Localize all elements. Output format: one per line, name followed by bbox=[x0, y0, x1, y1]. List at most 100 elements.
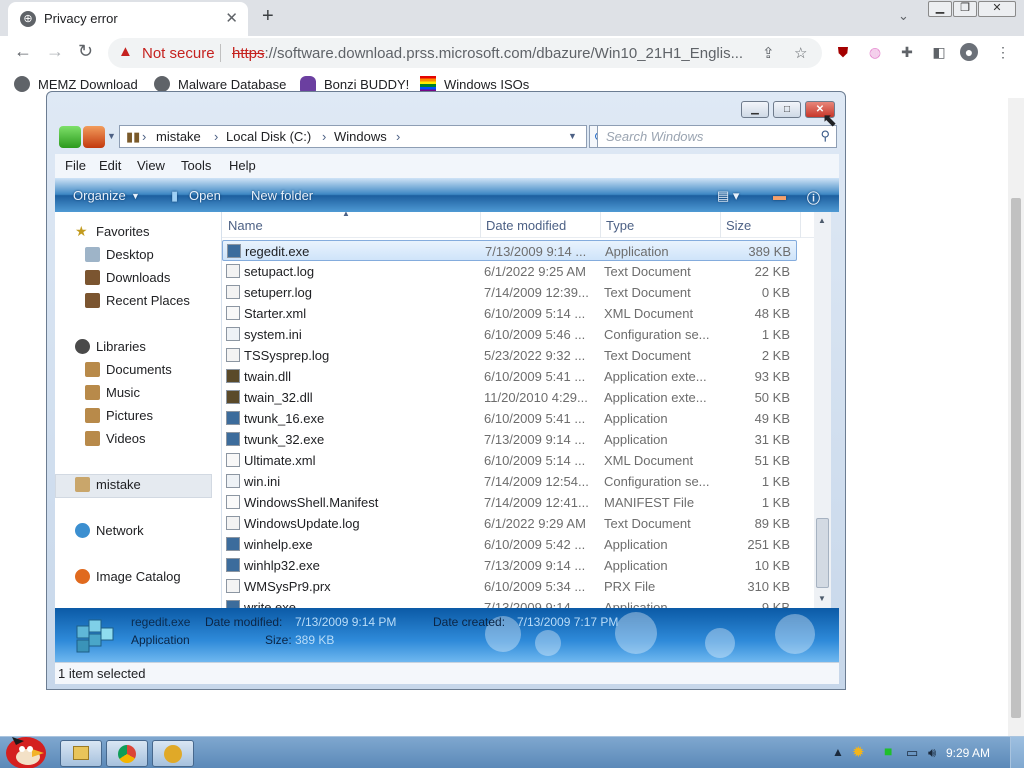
column-size[interactable]: Size bbox=[726, 218, 751, 233]
file-row[interactable]: win.ini 7/14/2009 12:54... Configuration s… bbox=[222, 471, 797, 492]
chrome-menu-icon[interactable]: ⋮ bbox=[994, 43, 1012, 61]
address-dropdown-icon[interactable]: ▼ bbox=[568, 131, 577, 141]
file-row[interactable]: winhlp32.exe 7/13/2009 9:14 ... Applicatio… bbox=[222, 555, 797, 576]
action-center-flag-icon[interactable]: ■ bbox=[884, 743, 892, 759]
file-row[interactable]: setuperr.log 7/14/2009 12:39... Text Docum… bbox=[222, 282, 797, 303]
file-row[interactable]: regedit.exe 7/13/2009 9:14 ... Application… bbox=[222, 240, 797, 261]
explorer-breadcrumb[interactable]: ▮▮ › mistake › Local Disk (C:) › Windows… bbox=[119, 125, 587, 148]
nav-image-catalog[interactable]: Image Catalog bbox=[75, 569, 181, 584]
column-divider[interactable] bbox=[480, 212, 481, 238]
menu-edit[interactable]: Edit bbox=[99, 158, 121, 173]
close-tab-icon[interactable]: ✕ bbox=[225, 9, 238, 27]
taskbar-chrome-button[interactable] bbox=[106, 740, 148, 767]
nav-favorites[interactable]: ★ Favorites bbox=[75, 224, 149, 239]
bookmark-windows-isos[interactable]: Windows ISOs bbox=[420, 76, 529, 92]
ublock-extension-icon[interactable]: ⛊ bbox=[834, 43, 852, 61]
profile-avatar-icon[interactable]: ● bbox=[960, 43, 978, 61]
column-date-modified[interactable]: Date modified bbox=[486, 218, 566, 233]
breadcrumb-windows[interactable]: Windows bbox=[334, 129, 387, 144]
not-secure-label[interactable]: Not secure bbox=[142, 45, 215, 62]
preview-pane-icon[interactable]: ▬ bbox=[773, 188, 786, 203]
column-divider[interactable] bbox=[600, 212, 601, 238]
tray-app-icon[interactable]: ✹ bbox=[852, 743, 865, 761]
page-scrollbar-thumb[interactable] bbox=[1011, 198, 1021, 718]
file-row[interactable]: WMSysPr9.prx 6/10/2009 5:34 ... PRX File 31… bbox=[222, 576, 797, 597]
nav-user-mistake[interactable]: mistake bbox=[75, 477, 141, 492]
explorer-maximize-button[interactable]: □ bbox=[773, 101, 801, 118]
explorer-search-input[interactable]: Search Windows ⚲ bbox=[597, 125, 837, 148]
file-row[interactable]: WindowsShell.Manifest 7/14/2009 12:41... M… bbox=[222, 492, 797, 513]
volume-icon[interactable]: 🔊︎ bbox=[928, 745, 936, 761]
nav-libraries[interactable]: Libraries bbox=[75, 339, 146, 354]
open-file-icon[interactable]: ▮ bbox=[171, 188, 178, 204]
tab-search-chevron-icon[interactable]: ⌄ bbox=[898, 8, 909, 24]
column-divider[interactable] bbox=[800, 212, 801, 238]
explorer-minimize-button[interactable]: ▁ bbox=[741, 101, 769, 118]
back-icon[interactable]: ← bbox=[14, 41, 32, 62]
forward-icon[interactable]: → bbox=[46, 41, 64, 62]
nav-documents[interactable]: Documents bbox=[85, 362, 172, 377]
recent-pages-chevron-icon[interactable]: ▼ bbox=[107, 131, 116, 141]
tab-privacy-error[interactable]: ⊕ Privacy error ✕ bbox=[8, 2, 248, 36]
column-name[interactable]: Name bbox=[228, 218, 263, 233]
column-divider[interactable] bbox=[720, 212, 721, 238]
explorer-back-button[interactable] bbox=[59, 126, 81, 148]
nav-music[interactable]: Music bbox=[85, 385, 140, 400]
address-bar[interactable]: ▲ Not secure https://software.download.p… bbox=[108, 38, 822, 68]
explorer-forward-button[interactable] bbox=[83, 126, 105, 148]
bookmark-memz[interactable]: MEMZ Download bbox=[14, 76, 138, 92]
taskbar-clock[interactable]: 9:29 AM bbox=[946, 746, 990, 760]
help-icon[interactable]: ⓘ bbox=[807, 188, 820, 207]
breadcrumb-drive[interactable]: Local Disk (C:) bbox=[226, 129, 311, 144]
scroll-down-icon[interactable]: ▼ bbox=[818, 594, 826, 603]
new-tab-button[interactable]: + bbox=[262, 5, 274, 28]
nav-desktop[interactable]: Desktop bbox=[85, 247, 154, 262]
file-row[interactable]: WindowsUpdate.log 6/1/2022 9:29 AM Text Do… bbox=[222, 513, 797, 534]
file-row[interactable]: TSSysprep.log 5/23/2022 9:32 ... Text Docu… bbox=[222, 345, 797, 366]
menu-tools[interactable]: Tools bbox=[181, 158, 211, 173]
file-row[interactable]: twunk_16.exe 6/10/2009 5:41 ... Applicatio… bbox=[222, 408, 797, 429]
file-row[interactable]: Starter.xml 6/10/2009 5:14 ... XML Documen… bbox=[222, 303, 797, 324]
flag-extension-icon[interactable]: ◍ bbox=[866, 43, 884, 61]
taskbar-explorer-button[interactable] bbox=[60, 740, 102, 767]
warning-triangle-icon[interactable]: ▲ bbox=[118, 43, 133, 60]
nav-network[interactable]: Network bbox=[75, 523, 144, 538]
close-window-button[interactable]: ✕ bbox=[978, 1, 1016, 17]
start-orb-angry-bird-icon[interactable] bbox=[2, 729, 50, 768]
url-text[interactable]: https://software.download.prss.microsoft… bbox=[232, 45, 752, 62]
organize-button[interactable]: Organize bbox=[73, 188, 126, 203]
side-panel-icon[interactable]: ◧ bbox=[930, 43, 948, 61]
page-scrollbar[interactable] bbox=[1008, 98, 1024, 736]
reload-icon[interactable]: ↻ bbox=[78, 41, 93, 62]
share-icon[interactable]: ⇪ bbox=[762, 44, 775, 62]
file-row[interactable]: winhelp.exe 6/10/2009 5:42 ... Application… bbox=[222, 534, 797, 555]
file-row[interactable]: twain_32.dll 11/20/2010 4:29... Applicatio… bbox=[222, 387, 797, 408]
nav-downloads[interactable]: Downloads bbox=[85, 270, 170, 285]
network-tray-icon[interactable]: ▭ bbox=[906, 745, 918, 761]
extensions-puzzle-icon[interactable]: ✚ bbox=[898, 43, 916, 61]
scroll-up-icon[interactable]: ▲ bbox=[818, 216, 826, 225]
menu-view[interactable]: View bbox=[137, 158, 165, 173]
show-desktop-button[interactable] bbox=[1010, 737, 1024, 768]
file-list-scrollbar[interactable]: ▲ ▼ bbox=[814, 212, 831, 608]
new-folder-button[interactable]: New folder bbox=[251, 188, 313, 203]
nav-pictures[interactable]: Pictures bbox=[85, 408, 153, 423]
file-row[interactable]: twunk_32.exe 7/13/2009 9:14 ... Applicatio… bbox=[222, 429, 797, 450]
show-hidden-icons-icon[interactable]: ▲ bbox=[832, 745, 844, 759]
menu-help[interactable]: Help bbox=[229, 158, 256, 173]
column-type[interactable]: Type bbox=[606, 218, 634, 233]
menu-file[interactable]: File bbox=[65, 158, 86, 173]
file-row[interactable]: setupact.log 6/1/2022 9:25 AM Text Documen… bbox=[222, 261, 797, 282]
bookmark-bonzi[interactable]: Bonzi BUDDY! bbox=[300, 76, 409, 92]
file-row[interactable]: system.ini 6/10/2009 5:46 ... Configuratio… bbox=[222, 324, 797, 345]
restore-window-button[interactable]: ❐ bbox=[953, 1, 977, 17]
bookmark-malware-db[interactable]: Malware Database bbox=[154, 76, 286, 92]
nav-videos[interactable]: Videos bbox=[85, 431, 146, 446]
bookmark-star-icon[interactable]: ☆ bbox=[794, 44, 807, 62]
file-row[interactable]: write.exe 7/13/2009 9:14 ... Application 9 … bbox=[222, 597, 797, 608]
nav-recent-places[interactable]: Recent Places bbox=[85, 293, 190, 308]
change-view-icon[interactable]: ▤ ▾ bbox=[717, 188, 739, 204]
minimize-window-button[interactable]: ▁ bbox=[928, 1, 952, 17]
file-row[interactable]: Ultimate.xml 6/10/2009 5:14 ... XML Docume… bbox=[222, 450, 797, 471]
file-list-scrollbar-thumb[interactable] bbox=[816, 518, 829, 588]
